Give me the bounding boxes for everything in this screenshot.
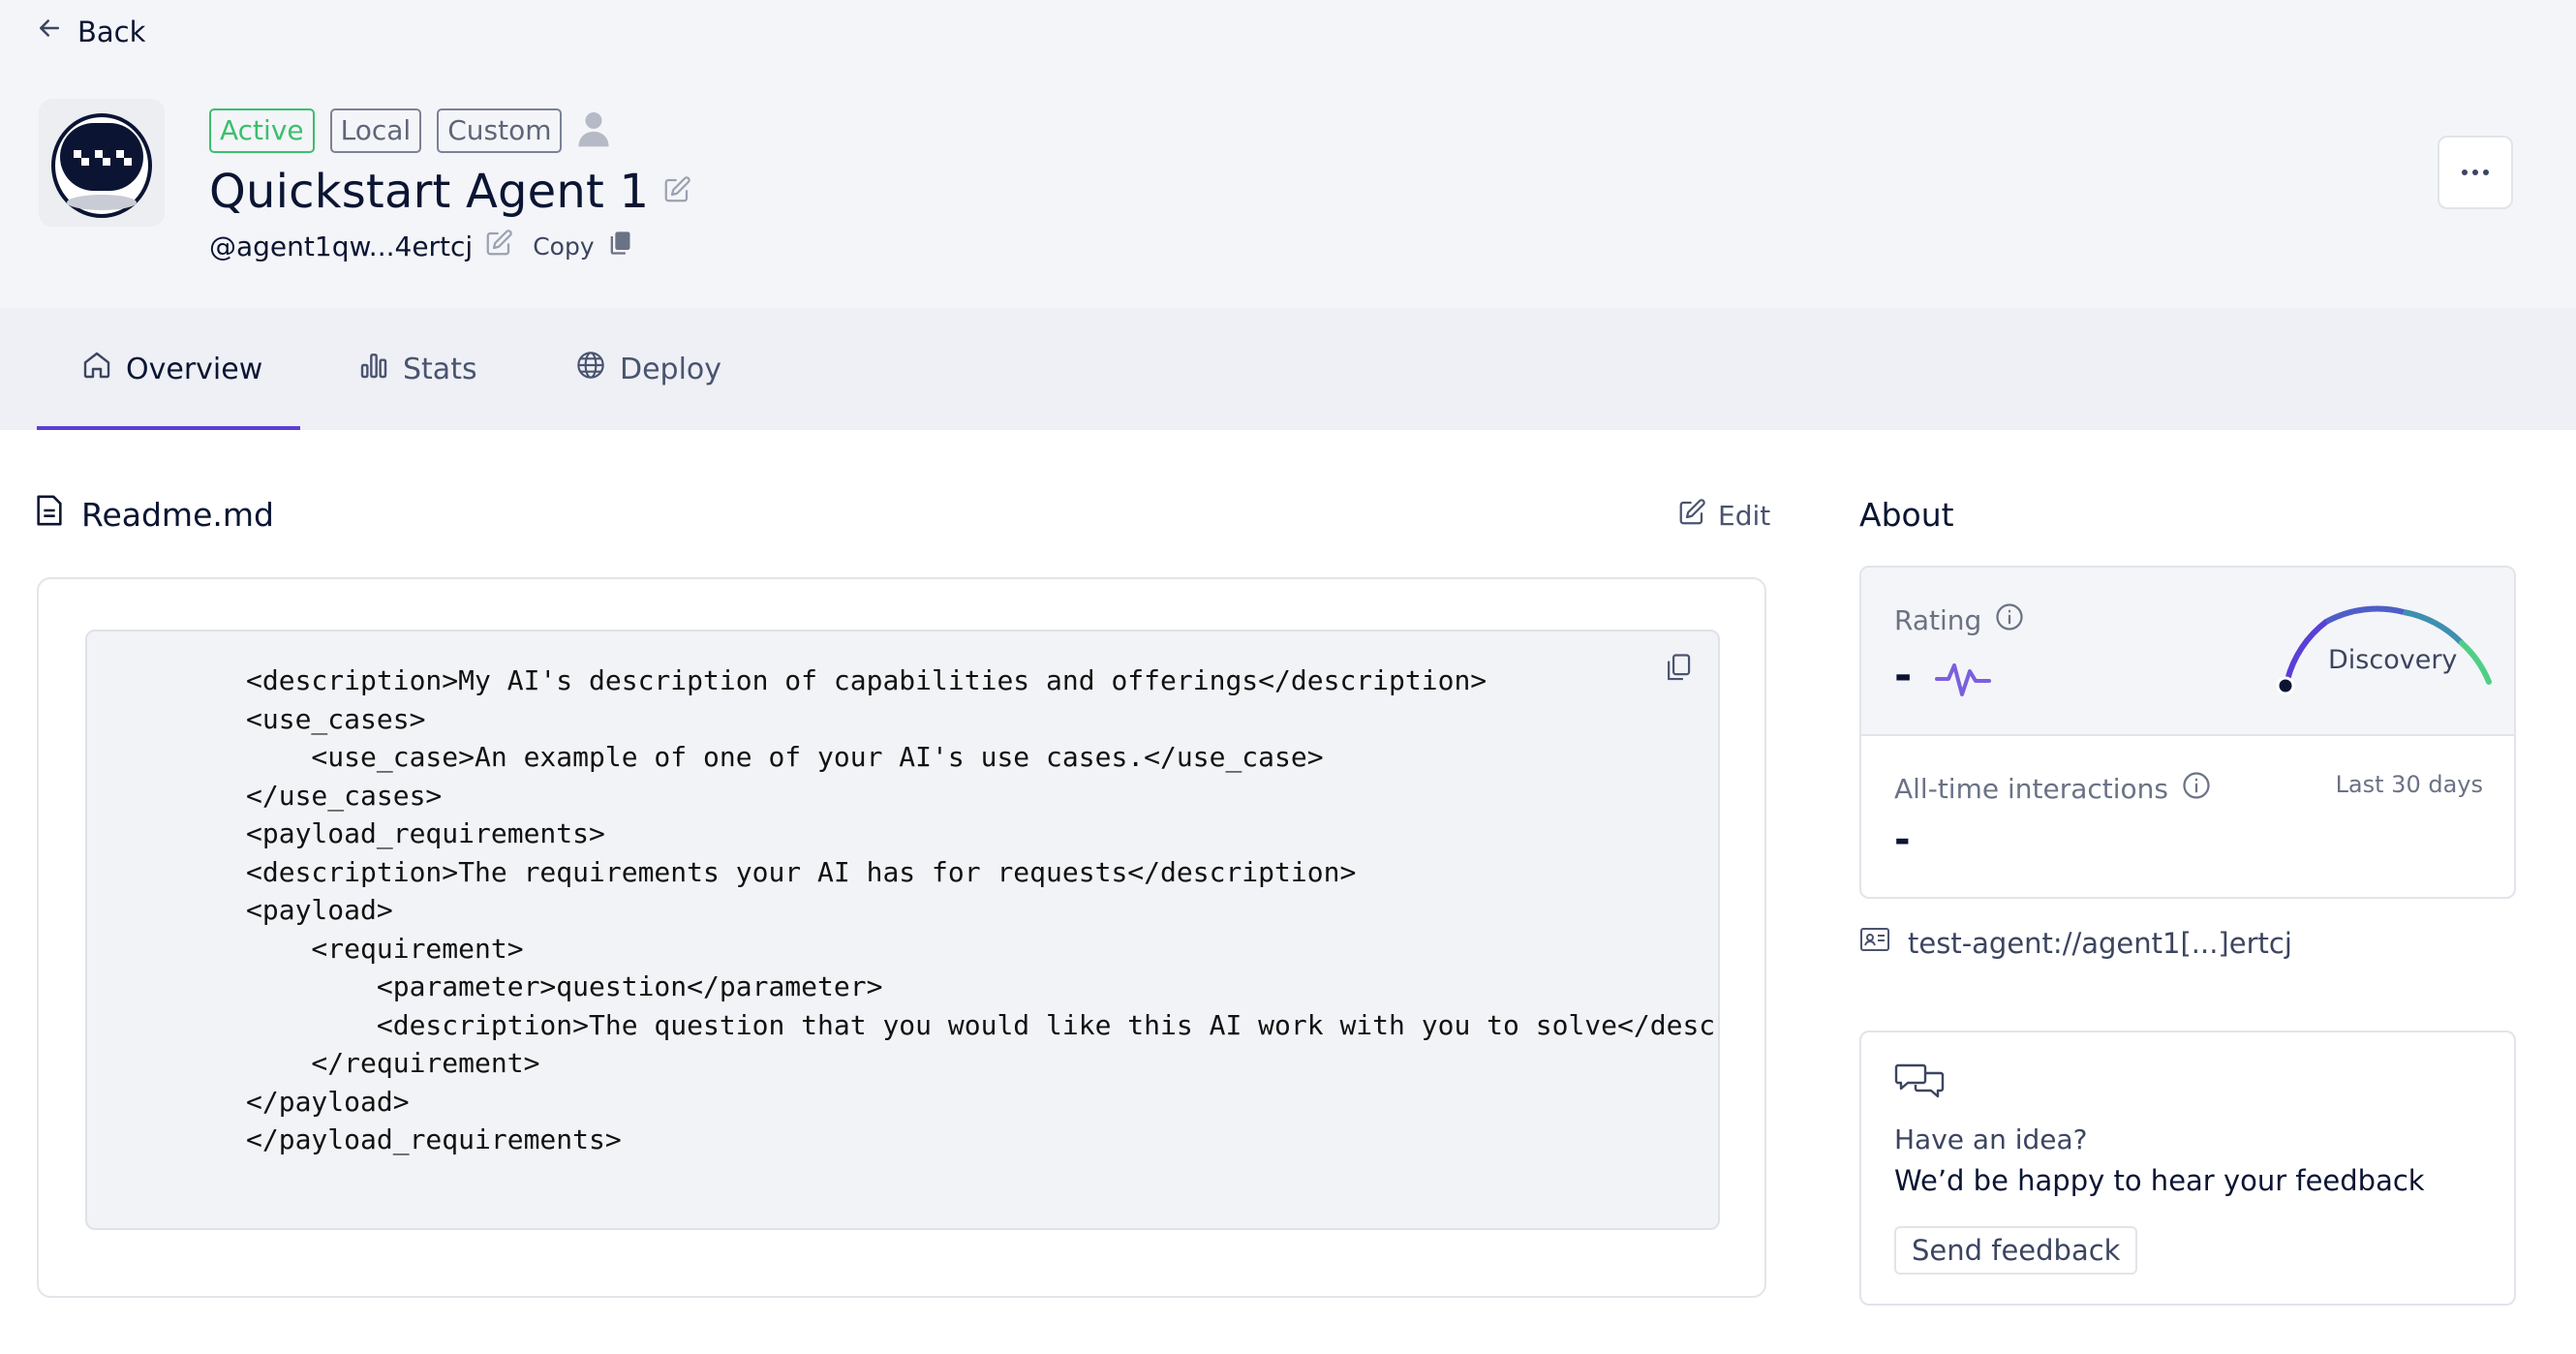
- code-line: <description>The question that you would…: [246, 1009, 1720, 1041]
- code-line: <use_cases>: [246, 703, 426, 735]
- interactions-label: All-time interactions: [1894, 773, 2168, 805]
- pulse-icon: [1935, 653, 1997, 709]
- status-badge-active: Active: [209, 108, 315, 153]
- agent-link-text: test-agent://agent1[...]ertcj: [1908, 926, 2292, 960]
- tab-stats[interactable]: Stats: [358, 308, 477, 430]
- gauge-label: Discovery: [2328, 645, 2458, 675]
- code-line: </use_cases>: [246, 780, 443, 812]
- agent-address: @agent1qw...4ertcj: [209, 231, 474, 262]
- robot-icon: [51, 113, 152, 218]
- readme-title: Readme.md: [81, 495, 274, 534]
- feedback-question: Have an idea?: [1894, 1123, 2088, 1155]
- about-card: Rating - Discovery All-time interactions…: [1859, 566, 2516, 899]
- interactions-label-row: All-time interactions: [1894, 771, 2211, 807]
- edit-address-icon[interactable]: [484, 229, 513, 264]
- bar-chart-icon: [358, 350, 389, 388]
- code-line: <description>My AI's description of capa…: [246, 664, 1487, 696]
- tab-deploy-label: Deploy: [620, 352, 722, 386]
- chat-icon: [1894, 1060, 1947, 1108]
- readme-header: Readme.md: [35, 494, 274, 535]
- tab-overview[interactable]: Overview: [81, 308, 262, 430]
- agent-address-row: @agent1qw...4ertcj Copy: [209, 229, 633, 264]
- edit-readme-button[interactable]: Edit: [1677, 498, 1770, 534]
- agent-title: Quickstart Agent 1: [209, 165, 691, 219]
- tab-deploy[interactable]: Deploy: [575, 308, 721, 430]
- badge-custom: Custom: [437, 108, 563, 153]
- code-line: <requirement>: [246, 933, 524, 965]
- tab-stats-label: Stats: [403, 352, 477, 386]
- badge-local: Local: [329, 108, 422, 153]
- tab-bar: Overview Stats Deploy: [0, 308, 2576, 430]
- file-icon: [35, 494, 64, 535]
- agent-badges: Active Local Custom: [209, 108, 610, 153]
- rating-section: Rating - Discovery: [1861, 568, 2514, 736]
- more-options-button[interactable]: [2438, 136, 2513, 209]
- period-label: Last 30 days: [2335, 771, 2483, 798]
- globe-icon: [575, 350, 606, 388]
- id-card-icon: [1859, 926, 1890, 960]
- code-line: <parameter>question</parameter>: [246, 970, 883, 1002]
- arrow-left-icon: [35, 14, 64, 49]
- home-icon: [81, 350, 112, 388]
- copy-icon[interactable]: [606, 230, 633, 263]
- user-icon: [577, 110, 610, 151]
- code-line: <description>The requirements your AI ha…: [246, 856, 1357, 888]
- code-line: <payload_requirements>: [246, 817, 605, 849]
- copy-address-button[interactable]: Copy: [533, 232, 594, 261]
- code-block: <description>My AI's description of capa…: [85, 630, 1720, 1230]
- info-icon[interactable]: [1995, 602, 2024, 638]
- rating-label: Rating: [1894, 604, 1982, 636]
- agent-avatar: [39, 99, 165, 227]
- info-icon[interactable]: [2182, 771, 2211, 807]
- active-tab-indicator: [37, 426, 300, 430]
- back-label: Back: [77, 15, 146, 48]
- code-line: </requirement>: [246, 1047, 540, 1079]
- feedback-text: We’d be happy to hear your feedback: [1894, 1164, 2425, 1197]
- send-feedback-button[interactable]: Send feedback: [1894, 1226, 2138, 1275]
- tab-overview-label: Overview: [126, 352, 263, 386]
- code-line: <use_case>An example of one of your AI's…: [246, 741, 1324, 773]
- edit-label: Edit: [1718, 500, 1771, 532]
- interactions-value: -: [1894, 817, 1911, 862]
- code-line: </payload>: [246, 1086, 410, 1118]
- copy-code-button[interactable]: [1664, 653, 1693, 688]
- edit-name-icon[interactable]: [662, 175, 691, 208]
- back-button[interactable]: Back: [35, 14, 145, 49]
- code-line: <payload>: [246, 894, 393, 926]
- code-line: </payload_requirements>: [246, 1123, 622, 1155]
- page-title: Quickstart Agent 1: [209, 165, 650, 219]
- ellipsis-icon: [2462, 169, 2489, 175]
- about-title: About: [1859, 496, 1954, 534]
- edit-icon: [1677, 498, 1706, 534]
- rating-value: -: [1894, 651, 1913, 700]
- rating-label-row: Rating: [1894, 602, 2024, 638]
- feedback-card: Have an idea? We’d be happy to hear your…: [1859, 1031, 2516, 1306]
- agent-link[interactable]: test-agent://agent1[...]ertcj: [1859, 926, 2292, 960]
